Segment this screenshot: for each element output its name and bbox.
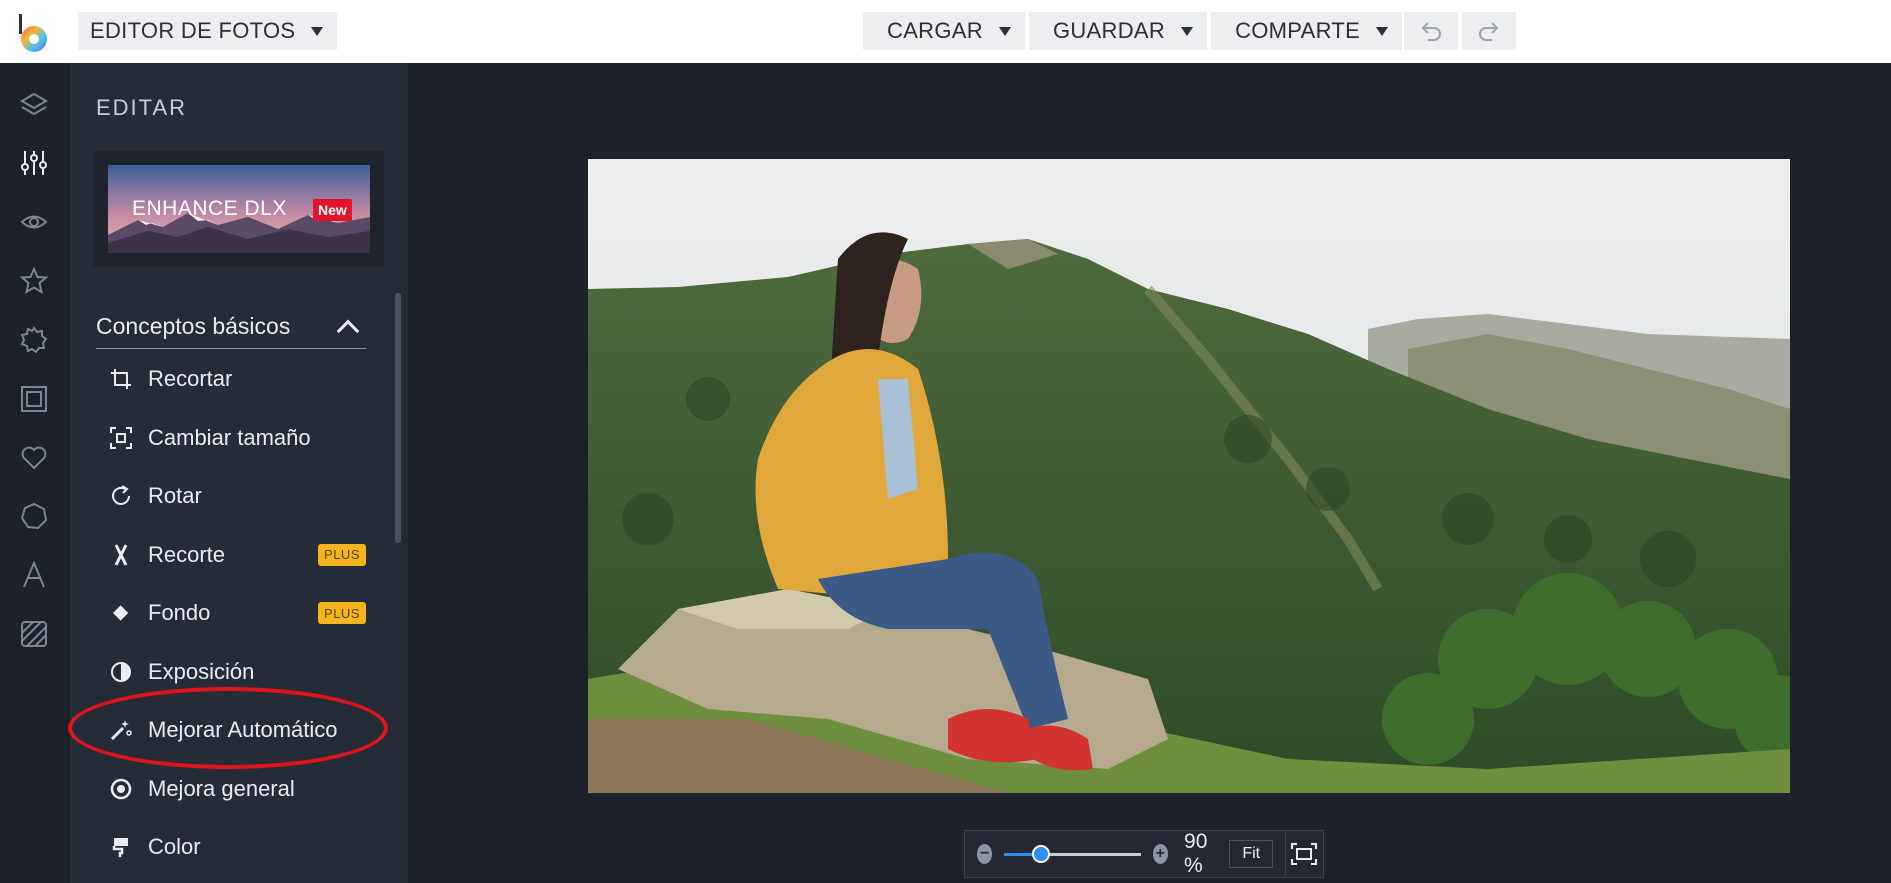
comparte-label: COMPARTE xyxy=(1235,18,1361,43)
frame-icon[interactable] xyxy=(18,383,50,415)
panel-title: EDITAR xyxy=(96,95,188,120)
tool-mejora-general[interactable]: Mejora general xyxy=(96,760,366,819)
top-bar: EDITOR DE FOTOS CARGAR GUARDAR COMPARTE xyxy=(0,0,1891,63)
tool-label: Mejora general xyxy=(148,775,295,801)
chevron-up-icon xyxy=(336,319,360,342)
promo-text: ENHANCE DLX xyxy=(132,197,287,220)
cargar-label: CARGAR xyxy=(887,18,983,43)
zoom-slider-handle[interactable] xyxy=(1032,844,1051,863)
zoom-slider[interactable] xyxy=(1004,844,1141,863)
redo-icon xyxy=(1479,22,1499,41)
editor-menu-label: EDITOR DE FOTOS xyxy=(90,18,296,43)
badge-icon[interactable] xyxy=(18,324,50,356)
zoom-bar: − + 90 % Fit xyxy=(964,830,1324,878)
fullscreen-icon xyxy=(1291,843,1318,865)
tool-label: Rotar xyxy=(148,483,202,509)
redo-button[interactable] xyxy=(1462,12,1516,50)
exposure-icon xyxy=(106,657,136,687)
magic-wand-icon xyxy=(106,715,136,745)
caret-down-icon xyxy=(998,26,1011,36)
section-header-basics[interactable]: Conceptos básicos xyxy=(96,305,366,349)
rotate-icon xyxy=(106,481,136,511)
crop-icon xyxy=(106,364,136,394)
tool-color[interactable]: Color xyxy=(96,818,366,877)
history-controls xyxy=(1404,12,1516,50)
tool-label: Mejorar Automático xyxy=(148,717,338,743)
caret-down-icon xyxy=(311,26,324,36)
zoom-in-icon[interactable]: + xyxy=(1152,844,1169,864)
tool-label: Color xyxy=(148,834,201,860)
tool-recorte[interactable]: Recorte PLUS xyxy=(96,526,366,585)
edit-panel: EDITAR ENHANCE DLX New Conceptos básicos… xyxy=(70,63,408,883)
panel-scrollbar[interactable] xyxy=(395,293,401,543)
undo-icon xyxy=(1421,22,1441,41)
caret-down-icon xyxy=(1181,26,1194,36)
plus-badge: PLUS xyxy=(318,602,366,625)
tool-label: Recortar xyxy=(148,366,233,392)
eye-icon[interactable] xyxy=(18,206,50,238)
texture-icon[interactable] xyxy=(18,618,50,650)
comparte-menu-button[interactable]: COMPARTE xyxy=(1211,12,1403,50)
tool-fondo[interactable]: Fondo PLUS xyxy=(96,584,366,643)
tool-label: Fondo xyxy=(148,600,211,626)
text-icon[interactable] xyxy=(18,559,50,591)
resize-icon xyxy=(106,423,136,453)
guardar-menu-button[interactable]: GUARDAR xyxy=(1028,12,1208,50)
zoom-out-icon[interactable]: − xyxy=(977,844,993,864)
file-menus: CARGAR GUARDAR COMPARTE xyxy=(863,12,1403,50)
tool-recortar[interactable]: Recortar xyxy=(96,350,366,409)
cutout-icon xyxy=(106,540,136,570)
cargar-menu-button[interactable]: CARGAR xyxy=(863,12,1025,50)
fullscreen-button[interactable] xyxy=(1286,831,1323,877)
app-logo-icon[interactable] xyxy=(16,12,52,54)
background-icon xyxy=(106,598,136,628)
fit-button[interactable]: Fit xyxy=(1229,840,1274,868)
shape-icon[interactable] xyxy=(18,500,50,532)
heart-icon[interactable] xyxy=(18,441,50,473)
tool-label: Recorte xyxy=(148,541,226,567)
enhance-icon xyxy=(106,774,136,804)
layers-icon[interactable] xyxy=(18,89,50,121)
new-badge: New xyxy=(313,199,352,221)
promo-banner[interactable]: ENHANCE DLX New xyxy=(94,151,384,267)
color-icon xyxy=(106,832,136,862)
tool-exposicion[interactable]: Exposición xyxy=(96,643,366,702)
tool-cambiar-tamano[interactable]: Cambiar tamaño xyxy=(96,409,366,468)
caret-down-icon xyxy=(1376,26,1389,36)
undo-button[interactable] xyxy=(1404,12,1458,50)
tool-rail xyxy=(0,63,70,883)
editor-menu-button[interactable]: EDITOR DE FOTOS xyxy=(78,12,338,50)
photo-canvas[interactable] xyxy=(588,159,1790,793)
plus-badge: PLUS xyxy=(318,543,366,566)
tool-list: Recortar Cambiar tamaño Rotar Recorte PL… xyxy=(96,350,366,877)
star-icon[interactable] xyxy=(18,265,50,297)
zoom-value: 90 % xyxy=(1184,830,1208,877)
adjustments-icon[interactable] xyxy=(18,147,50,179)
guardar-label: GUARDAR xyxy=(1052,18,1166,43)
tool-rotar[interactable]: Rotar xyxy=(96,467,366,526)
canvas-area: − + 90 % Fit xyxy=(408,63,1891,883)
tool-mejorar-automatico[interactable]: Mejorar Automático xyxy=(96,701,366,760)
tool-label: Cambiar tamaño xyxy=(148,424,311,450)
tool-label: Exposición xyxy=(148,658,255,684)
section-label: Conceptos básicos xyxy=(96,313,291,339)
